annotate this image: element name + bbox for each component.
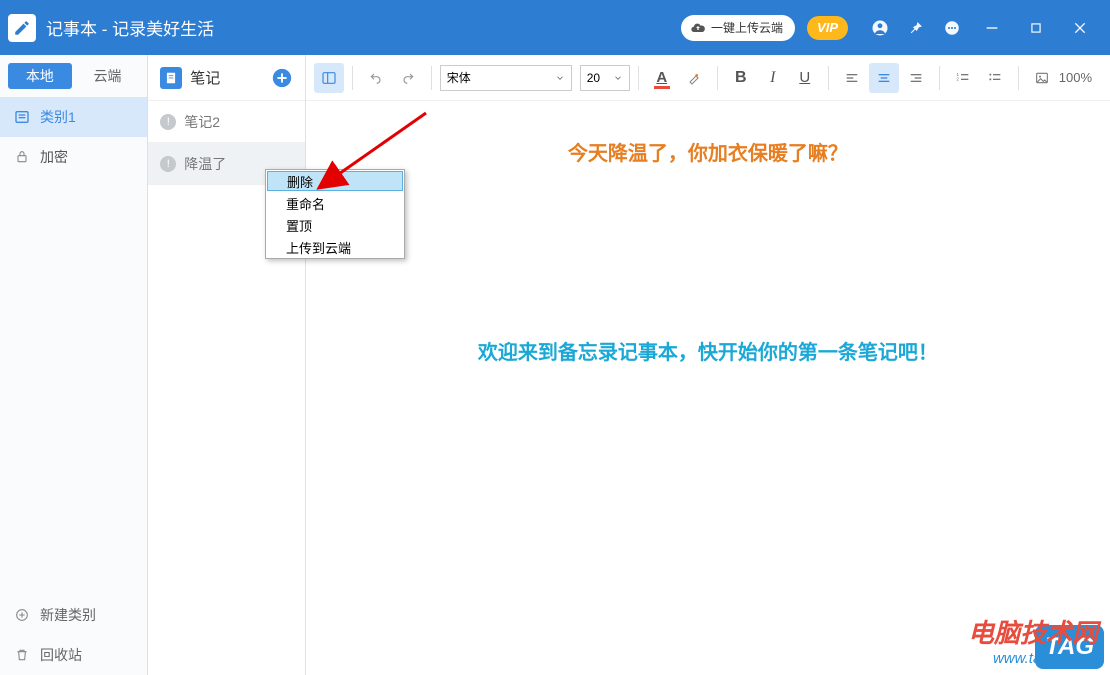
- main-area: 本地 云端 类别1 加密 新建类别 回收站 笔记 ! 笔记2: [0, 55, 1110, 675]
- list-icon: [14, 109, 30, 125]
- add-note-button[interactable]: [271, 67, 293, 89]
- italic-button[interactable]: I: [758, 63, 788, 93]
- context-menu-rename[interactable]: 重命名: [266, 192, 404, 214]
- vip-badge[interactable]: VIP: [807, 16, 848, 40]
- align-left-button[interactable]: [837, 63, 867, 93]
- app-icon: [8, 14, 36, 42]
- font-color-button[interactable]: A: [647, 63, 677, 93]
- svg-text:2: 2: [956, 76, 959, 81]
- sidebar-item-encrypted[interactable]: 加密: [0, 137, 147, 177]
- cloud-upload-icon: [689, 19, 707, 37]
- upload-cloud-button[interactable]: 一键上传云端: [681, 15, 795, 41]
- lock-icon: [14, 149, 30, 165]
- notes-icon: [160, 67, 182, 89]
- watermark-title: 电脑技术网: [968, 613, 1098, 650]
- font-size-value: 20: [587, 71, 600, 85]
- unordered-list-button[interactable]: [980, 63, 1010, 93]
- context-menu: 删除 重命名 置顶 上传到云端: [265, 169, 405, 259]
- pin-icon[interactable]: [898, 10, 934, 46]
- context-menu-upload[interactable]: 上传到云端: [266, 236, 404, 258]
- sidebar-item-label: 类别1: [40, 107, 76, 127]
- bold-button[interactable]: B: [726, 63, 756, 93]
- trash-icon: [14, 647, 30, 663]
- note-item[interactable]: ! 笔记2: [148, 101, 305, 143]
- document-line: 今天降温了，你加衣保暖了嘛？: [346, 137, 1070, 166]
- close-button[interactable]: [1058, 6, 1102, 50]
- undo-button[interactable]: [361, 63, 391, 93]
- note-list-title: 笔记: [190, 67, 271, 88]
- upload-cloud-label: 一键上传云端: [711, 19, 783, 36]
- sidebar-tabs: 本地 云端: [0, 55, 147, 97]
- underline-button[interactable]: U: [790, 63, 820, 93]
- sidebar-item-category1[interactable]: 类别1: [0, 97, 147, 137]
- context-menu-delete[interactable]: 删除: [267, 171, 403, 191]
- more-icon[interactable]: [934, 10, 970, 46]
- toggle-sidebar-button[interactable]: [314, 63, 344, 93]
- note-status-icon: !: [160, 156, 176, 172]
- minimize-button[interactable]: [970, 6, 1014, 50]
- watermark-url: www.tagxp.com: [968, 650, 1098, 667]
- note-list-header: 笔记: [148, 55, 305, 101]
- image-button[interactable]: [1027, 63, 1057, 93]
- redo-button[interactable]: [393, 63, 423, 93]
- font-size-select[interactable]: 20: [580, 65, 630, 91]
- context-menu-pin[interactable]: 置顶: [266, 214, 404, 236]
- recycle-bin-label: 回收站: [40, 645, 82, 665]
- editor-area: 宋体 20 A B I U 12 100% 今天: [306, 55, 1110, 675]
- app-title: 记事本 - 记录美好生活: [46, 15, 214, 40]
- titlebar: 记事本 - 记录美好生活 一键上传云端 VIP: [0, 0, 1110, 55]
- note-status-icon: !: [160, 114, 176, 130]
- tab-local[interactable]: 本地: [8, 63, 72, 89]
- watermark: 电脑技术网 www.tagxp.com: [968, 613, 1098, 667]
- chevron-down-icon: [555, 73, 565, 83]
- tab-cloud[interactable]: 云端: [76, 63, 140, 89]
- sidebar-item-label: 加密: [40, 147, 68, 167]
- align-center-button[interactable]: [869, 63, 899, 93]
- add-category-label: 新建类别: [40, 605, 96, 625]
- plus-circle-icon: [14, 607, 30, 623]
- font-family-select[interactable]: 宋体: [440, 65, 572, 91]
- note-item-label: 降温了: [184, 154, 226, 174]
- sidebar: 本地 云端 类别1 加密 新建类别 回收站: [0, 55, 148, 675]
- highlight-button[interactable]: [679, 63, 709, 93]
- add-category-button[interactable]: 新建类别: [0, 595, 147, 635]
- font-family-value: 宋体: [447, 69, 471, 86]
- editor-canvas[interactable]: 今天降温了，你加衣保暖了嘛？ 欢迎来到备忘录记事本，快开始你的第一条笔记吧！: [306, 101, 1110, 675]
- note-list: 笔记 ! 笔记2 ! 降温了: [148, 55, 306, 675]
- ordered-list-button[interactable]: 12: [948, 63, 978, 93]
- note-item-label: 笔记2: [184, 112, 220, 132]
- maximize-button[interactable]: [1014, 6, 1058, 50]
- zoom-level[interactable]: 100%: [1059, 70, 1102, 85]
- user-icon[interactable]: [862, 10, 898, 46]
- document-line: 欢迎来到备忘录记事本，快开始你的第一条笔记吧！: [346, 336, 1070, 365]
- align-right-button[interactable]: [901, 63, 931, 93]
- editor-toolbar: 宋体 20 A B I U 12 100%: [306, 55, 1110, 101]
- chevron-down-icon: [613, 73, 623, 83]
- recycle-bin-button[interactable]: 回收站: [0, 635, 147, 675]
